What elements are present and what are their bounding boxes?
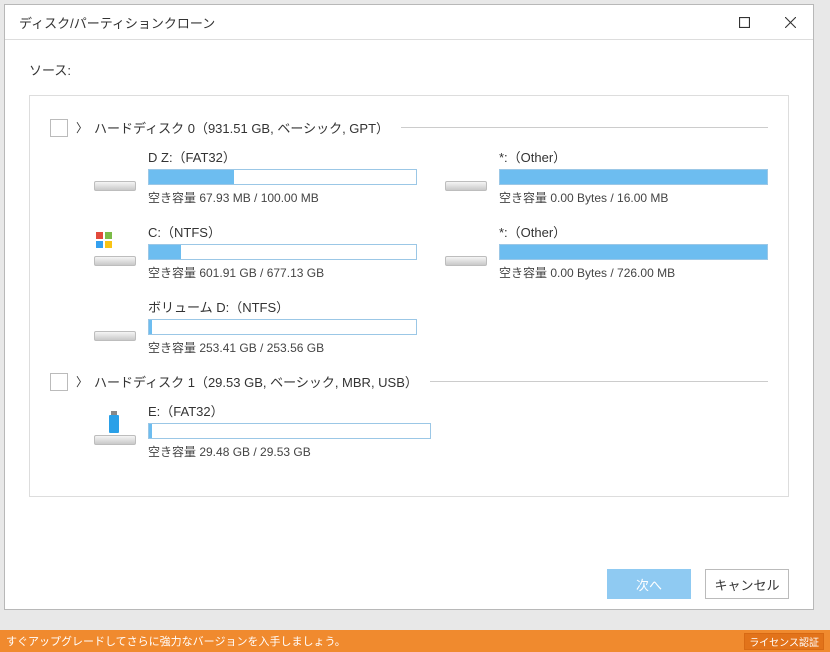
source-panel: 〉 ハードディスク 0（931.51 GB, ベーシック, GPT） D Z:（… xyxy=(29,95,789,497)
partition-item[interactable]: E:（FAT32） 空き容量 29.48 GB / 29.53 GB xyxy=(94,401,431,460)
close-button[interactable] xyxy=(767,5,813,39)
next-button[interactable]: 次へ xyxy=(607,569,691,599)
license-tag[interactable]: ライセンス認証 xyxy=(744,633,824,650)
disk0-title: ハードディスク 0（931.51 GB, ベーシック, GPT） xyxy=(94,118,389,137)
usage-bar xyxy=(499,244,768,260)
usage-bar xyxy=(148,423,431,439)
disk1-title: ハードディスク 1（29.53 GB, ベーシック, MBR, USB） xyxy=(94,372,418,391)
partition-free: 空き容量 67.93 MB / 100.00 MB xyxy=(148,189,417,206)
partition-item[interactable]: *:（Other） 空き容量 0.00 Bytes / 16.00 MB xyxy=(445,147,768,206)
source-label: ソース: xyxy=(5,40,813,83)
partition-free: 空き容量 601.91 GB / 677.13 GB xyxy=(148,264,417,281)
window-title: ディスク/パーティションクローン xyxy=(19,13,721,32)
drive-icon xyxy=(445,163,487,191)
partition-name: *:（Other） xyxy=(499,147,768,166)
divider xyxy=(401,127,768,128)
disk1-partitions: E:（FAT32） 空き容量 29.48 GB / 29.53 GB xyxy=(50,401,768,460)
close-icon xyxy=(785,17,796,28)
partition-name: ボリューム D:（NTFS） xyxy=(148,297,417,316)
chevron-down-icon[interactable]: 〉 xyxy=(76,119,88,136)
drive-icon xyxy=(94,163,136,191)
titlebar: ディスク/パーティションクローン xyxy=(5,5,813,40)
drive-icon xyxy=(445,238,487,266)
partition-item[interactable]: *:（Other） 空き容量 0.00 Bytes / 726.00 MB xyxy=(445,222,768,281)
upgrade-ribbon[interactable]: すぐアップグレードしてさらに強力なバージョンを入手しましょう。 ライセンス認証 xyxy=(0,630,830,652)
partition-name: *:（Other） xyxy=(499,222,768,241)
chevron-down-icon[interactable]: 〉 xyxy=(76,373,88,390)
usage-bar xyxy=(148,244,417,260)
partition-name: D Z:（FAT32） xyxy=(148,147,417,166)
divider xyxy=(430,381,768,382)
disk-header-1[interactable]: 〉 ハードディスク 1（29.53 GB, ベーシック, MBR, USB） xyxy=(50,372,768,391)
dialog-footer: 次へ キャンセル xyxy=(5,559,813,609)
disk1-checkbox[interactable] xyxy=(50,373,68,391)
partition-free: 空き容量 253.41 GB / 253.56 GB xyxy=(148,339,417,356)
disk0-partitions: D Z:（FAT32） 空き容量 67.93 MB / 100.00 MB *:… xyxy=(50,147,768,356)
ribbon-text: すぐアップグレードしてさらに強力なバージョンを入手しましょう。 xyxy=(6,633,346,649)
square-icon xyxy=(739,17,750,28)
dialog-window: ディスク/パーティションクローン ソース: 〉 ハードディスク 0（931.51… xyxy=(4,4,814,610)
partition-item[interactable]: C:（NTFS） 空き容量 601.91 GB / 677.13 GB xyxy=(94,222,417,281)
drive-icon xyxy=(94,313,136,341)
windows-icon xyxy=(96,232,112,248)
usb-drive-icon xyxy=(94,417,136,445)
drive-icon xyxy=(94,238,136,266)
cancel-button[interactable]: キャンセル xyxy=(705,569,789,599)
partition-free: 空き容量 0.00 Bytes / 16.00 MB xyxy=(499,189,768,206)
partition-item[interactable]: D Z:（FAT32） 空き容量 67.93 MB / 100.00 MB xyxy=(94,147,417,206)
partition-free: 空き容量 29.48 GB / 29.53 GB xyxy=(148,443,431,460)
usage-bar xyxy=(148,319,417,335)
partition-free: 空き容量 0.00 Bytes / 726.00 MB xyxy=(499,264,768,281)
maximize-button[interactable] xyxy=(721,5,767,39)
usage-bar xyxy=(148,169,417,185)
partition-name: E:（FAT32） xyxy=(148,401,431,420)
partition-name: C:（NTFS） xyxy=(148,222,417,241)
disk0-checkbox[interactable] xyxy=(50,119,68,137)
partition-item[interactable]: ボリューム D:（NTFS） 空き容量 253.41 GB / 253.56 G… xyxy=(94,297,417,356)
usage-bar xyxy=(499,169,768,185)
disk-header-0[interactable]: 〉 ハードディスク 0（931.51 GB, ベーシック, GPT） xyxy=(50,118,768,137)
